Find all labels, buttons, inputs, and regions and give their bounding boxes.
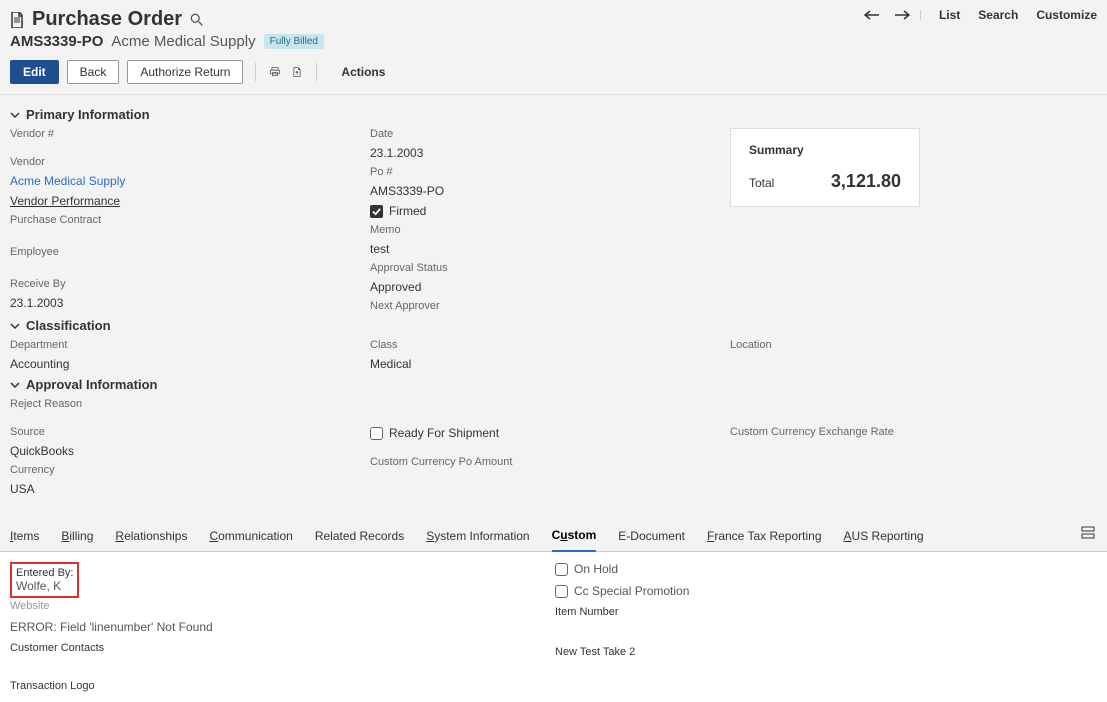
source-value: QuickBooks — [10, 444, 370, 458]
entered-by-highlight: Entered By: Wolfe, K — [10, 562, 79, 598]
class-label: Class — [370, 339, 730, 351]
firmed-checkbox[interactable] — [370, 205, 383, 218]
list-link[interactable]: List — [939, 8, 960, 22]
firmed-label: Firmed — [389, 204, 426, 218]
on-hold-checkbox[interactable] — [555, 563, 568, 576]
purchase-contract-label: Purchase Contract — [10, 214, 370, 226]
approval-status-label: Approval Status — [370, 262, 730, 274]
memo-value: test — [370, 242, 730, 256]
authorize-return-button[interactable]: Authorize Return — [127, 60, 243, 84]
new-test-label: New Test Take 2 — [555, 646, 1097, 658]
item-number-label: Item Number — [555, 606, 1097, 618]
page-title: Purchase Order — [32, 8, 182, 31]
search-icon[interactable] — [190, 13, 204, 27]
tab-items[interactable]: Items — [10, 521, 39, 551]
tab-system-information[interactable]: System Information — [426, 521, 529, 551]
tab-related-records[interactable]: Related Records — [315, 521, 404, 551]
chevron-down-icon — [10, 110, 20, 120]
source-label: Source — [10, 426, 370, 438]
tab-relationships[interactable]: Relationships — [115, 521, 187, 551]
next-approver-label: Next Approver — [370, 300, 730, 312]
vendor-num-label: Vendor # — [10, 128, 370, 140]
department-label: Department — [10, 339, 370, 351]
employee-label: Employee — [10, 246, 370, 258]
ready-for-shipment-checkbox[interactable] — [370, 427, 383, 440]
ready-for-shipment-label: Ready For Shipment — [389, 426, 499, 440]
date-label: Date — [370, 128, 730, 140]
actions-menu[interactable]: Actions — [341, 65, 385, 79]
classification-toggle[interactable]: Classification — [10, 312, 1097, 339]
memo-label: Memo — [370, 224, 730, 236]
status-badge: Fully Billed — [264, 34, 324, 49]
print-icon[interactable] — [268, 65, 282, 79]
department-value: Accounting — [10, 357, 370, 371]
tab-billing[interactable]: Billing — [61, 521, 93, 551]
vendor-link[interactable]: Acme Medical Supply — [10, 174, 370, 188]
back-arrow-icon[interactable] — [864, 10, 880, 20]
entered-by-label: Entered By: — [16, 567, 73, 579]
receive-by-value: 23.1.2003 — [10, 296, 370, 310]
primary-info-toggle[interactable]: Primary Information — [10, 101, 1097, 128]
website-value: ERROR: Field 'linenumber' Not Found — [10, 620, 555, 634]
export-icon[interactable] — [290, 65, 304, 79]
custom-currency-po-label: Custom Currency Po Amount — [370, 456, 730, 468]
currency-value: USA — [10, 482, 370, 496]
chevron-down-icon — [10, 380, 20, 390]
back-button[interactable]: Back — [67, 60, 120, 84]
tab-communication[interactable]: Communication — [209, 521, 292, 551]
vendor-subtitle: Acme Medical Supply — [111, 33, 255, 50]
customize-link[interactable]: Customize — [1036, 8, 1097, 22]
tab-aus-reporting[interactable]: AUS Reporting — [844, 521, 924, 551]
layout-icon[interactable] — [1081, 526, 1095, 540]
entered-by-value: Wolfe, K — [16, 579, 73, 593]
reject-reason-label: Reject Reason — [10, 398, 370, 410]
customer-contacts-label: Customer Contacts — [10, 642, 555, 654]
tabs-bar: Items Billing Relationships Communicatio… — [0, 520, 1107, 552]
vendor-label: Vendor — [10, 156, 370, 168]
date-value: 23.1.2003 — [370, 146, 730, 160]
summary-title: Summary — [749, 143, 901, 157]
currency-label: Currency — [10, 464, 370, 476]
summary-total-value: 3,121.80 — [831, 171, 901, 192]
document-icon — [10, 12, 24, 28]
receive-by-label: Receive By — [10, 278, 370, 290]
edit-button[interactable]: Edit — [10, 60, 59, 84]
summary-box: Summary Total 3,121.80 — [730, 128, 920, 207]
tab-custom[interactable]: Custom — [552, 520, 597, 552]
on-hold-label: On Hold — [574, 562, 618, 576]
po-num-label: Po # — [370, 166, 730, 178]
custom-currency-rate-label: Custom Currency Exchange Rate — [730, 426, 1097, 438]
chevron-down-icon — [10, 321, 20, 331]
cc-special-checkbox[interactable] — [555, 585, 568, 598]
po-number: AMS3339-PO — [10, 33, 103, 50]
cc-special-label: Cc Special Promotion — [574, 584, 689, 598]
search-link[interactable]: Search — [978, 8, 1018, 22]
po-num-value: AMS3339-PO — [370, 184, 730, 198]
class-value: Medical — [370, 357, 730, 371]
tab-france-tax[interactable]: France Tax Reporting — [707, 521, 822, 551]
summary-total-label: Total — [749, 176, 774, 190]
forward-arrow-icon[interactable] — [894, 10, 910, 20]
location-label: Location — [730, 339, 1097, 351]
transaction-logo-label: Transaction Logo — [10, 680, 555, 692]
vendor-performance-link[interactable]: Vendor Performance — [10, 194, 370, 208]
website-label: Website — [10, 600, 555, 612]
approval-status-value: Approved — [370, 280, 730, 294]
approval-info-toggle[interactable]: Approval Information — [10, 371, 1097, 398]
tab-edocument[interactable]: E-Document — [618, 521, 685, 551]
